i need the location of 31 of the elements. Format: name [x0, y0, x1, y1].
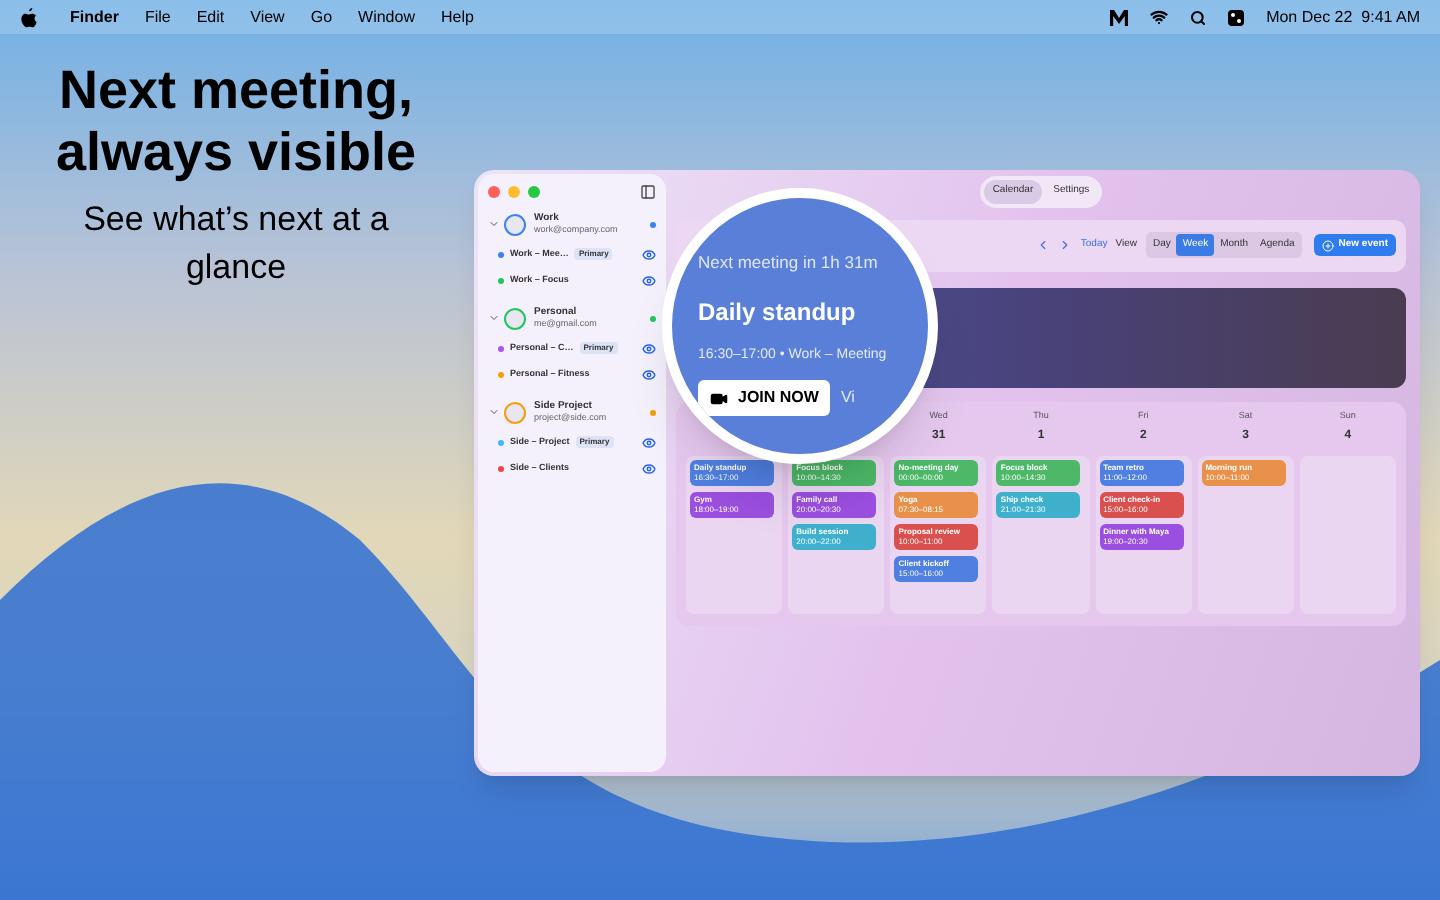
hero-title: Next meeting, always visible [53, 60, 419, 184]
join-now-button[interactable]: JOIN NOW [698, 380, 831, 417]
meeting-title: Daily standup [698, 295, 858, 330]
eye-icon[interactable] [642, 435, 656, 449]
menu-item[interactable]: Finder [70, 5, 119, 29]
search-icon[interactable] [1190, 9, 1207, 25]
hero-subtitle: See what’s next at a glance [81, 198, 391, 290]
next-week-button[interactable] [1058, 238, 1073, 252]
menu-item[interactable]: Edit [196, 5, 225, 29]
menu-item[interactable]: Go [310, 5, 333, 29]
menu-item[interactable]: File [144, 5, 171, 29]
menu-item[interactable]: Help [440, 5, 474, 29]
m-logo-icon[interactable] [1110, 9, 1129, 25]
close-window-button[interactable] [488, 186, 500, 198]
eye-icon[interactable] [642, 273, 656, 287]
menu-clock[interactable]: Mon Dec 22 9:41 AM [1266, 5, 1420, 29]
eye-icon[interactable] [642, 367, 656, 381]
sidebar-toggle-icon[interactable] [640, 184, 656, 200]
eye-icon[interactable] [642, 247, 656, 261]
apple-logo-icon[interactable] [20, 7, 38, 27]
menu-item[interactable]: View [250, 5, 285, 29]
wifi-icon[interactable] [1150, 8, 1169, 26]
control-center-icon[interactable] [1228, 9, 1245, 25]
eye-icon[interactable] [642, 461, 656, 475]
previous-week-button[interactable] [1036, 238, 1051, 252]
video-camera-icon [710, 389, 728, 408]
next-meeting-caption: Next meeting in 1h 31m [698, 250, 880, 276]
menu-item[interactable]: Window [358, 5, 415, 29]
cut-off-text: Vi [840, 386, 855, 411]
plus-icon [1322, 239, 1335, 251]
eye-icon[interactable] [642, 341, 656, 355]
